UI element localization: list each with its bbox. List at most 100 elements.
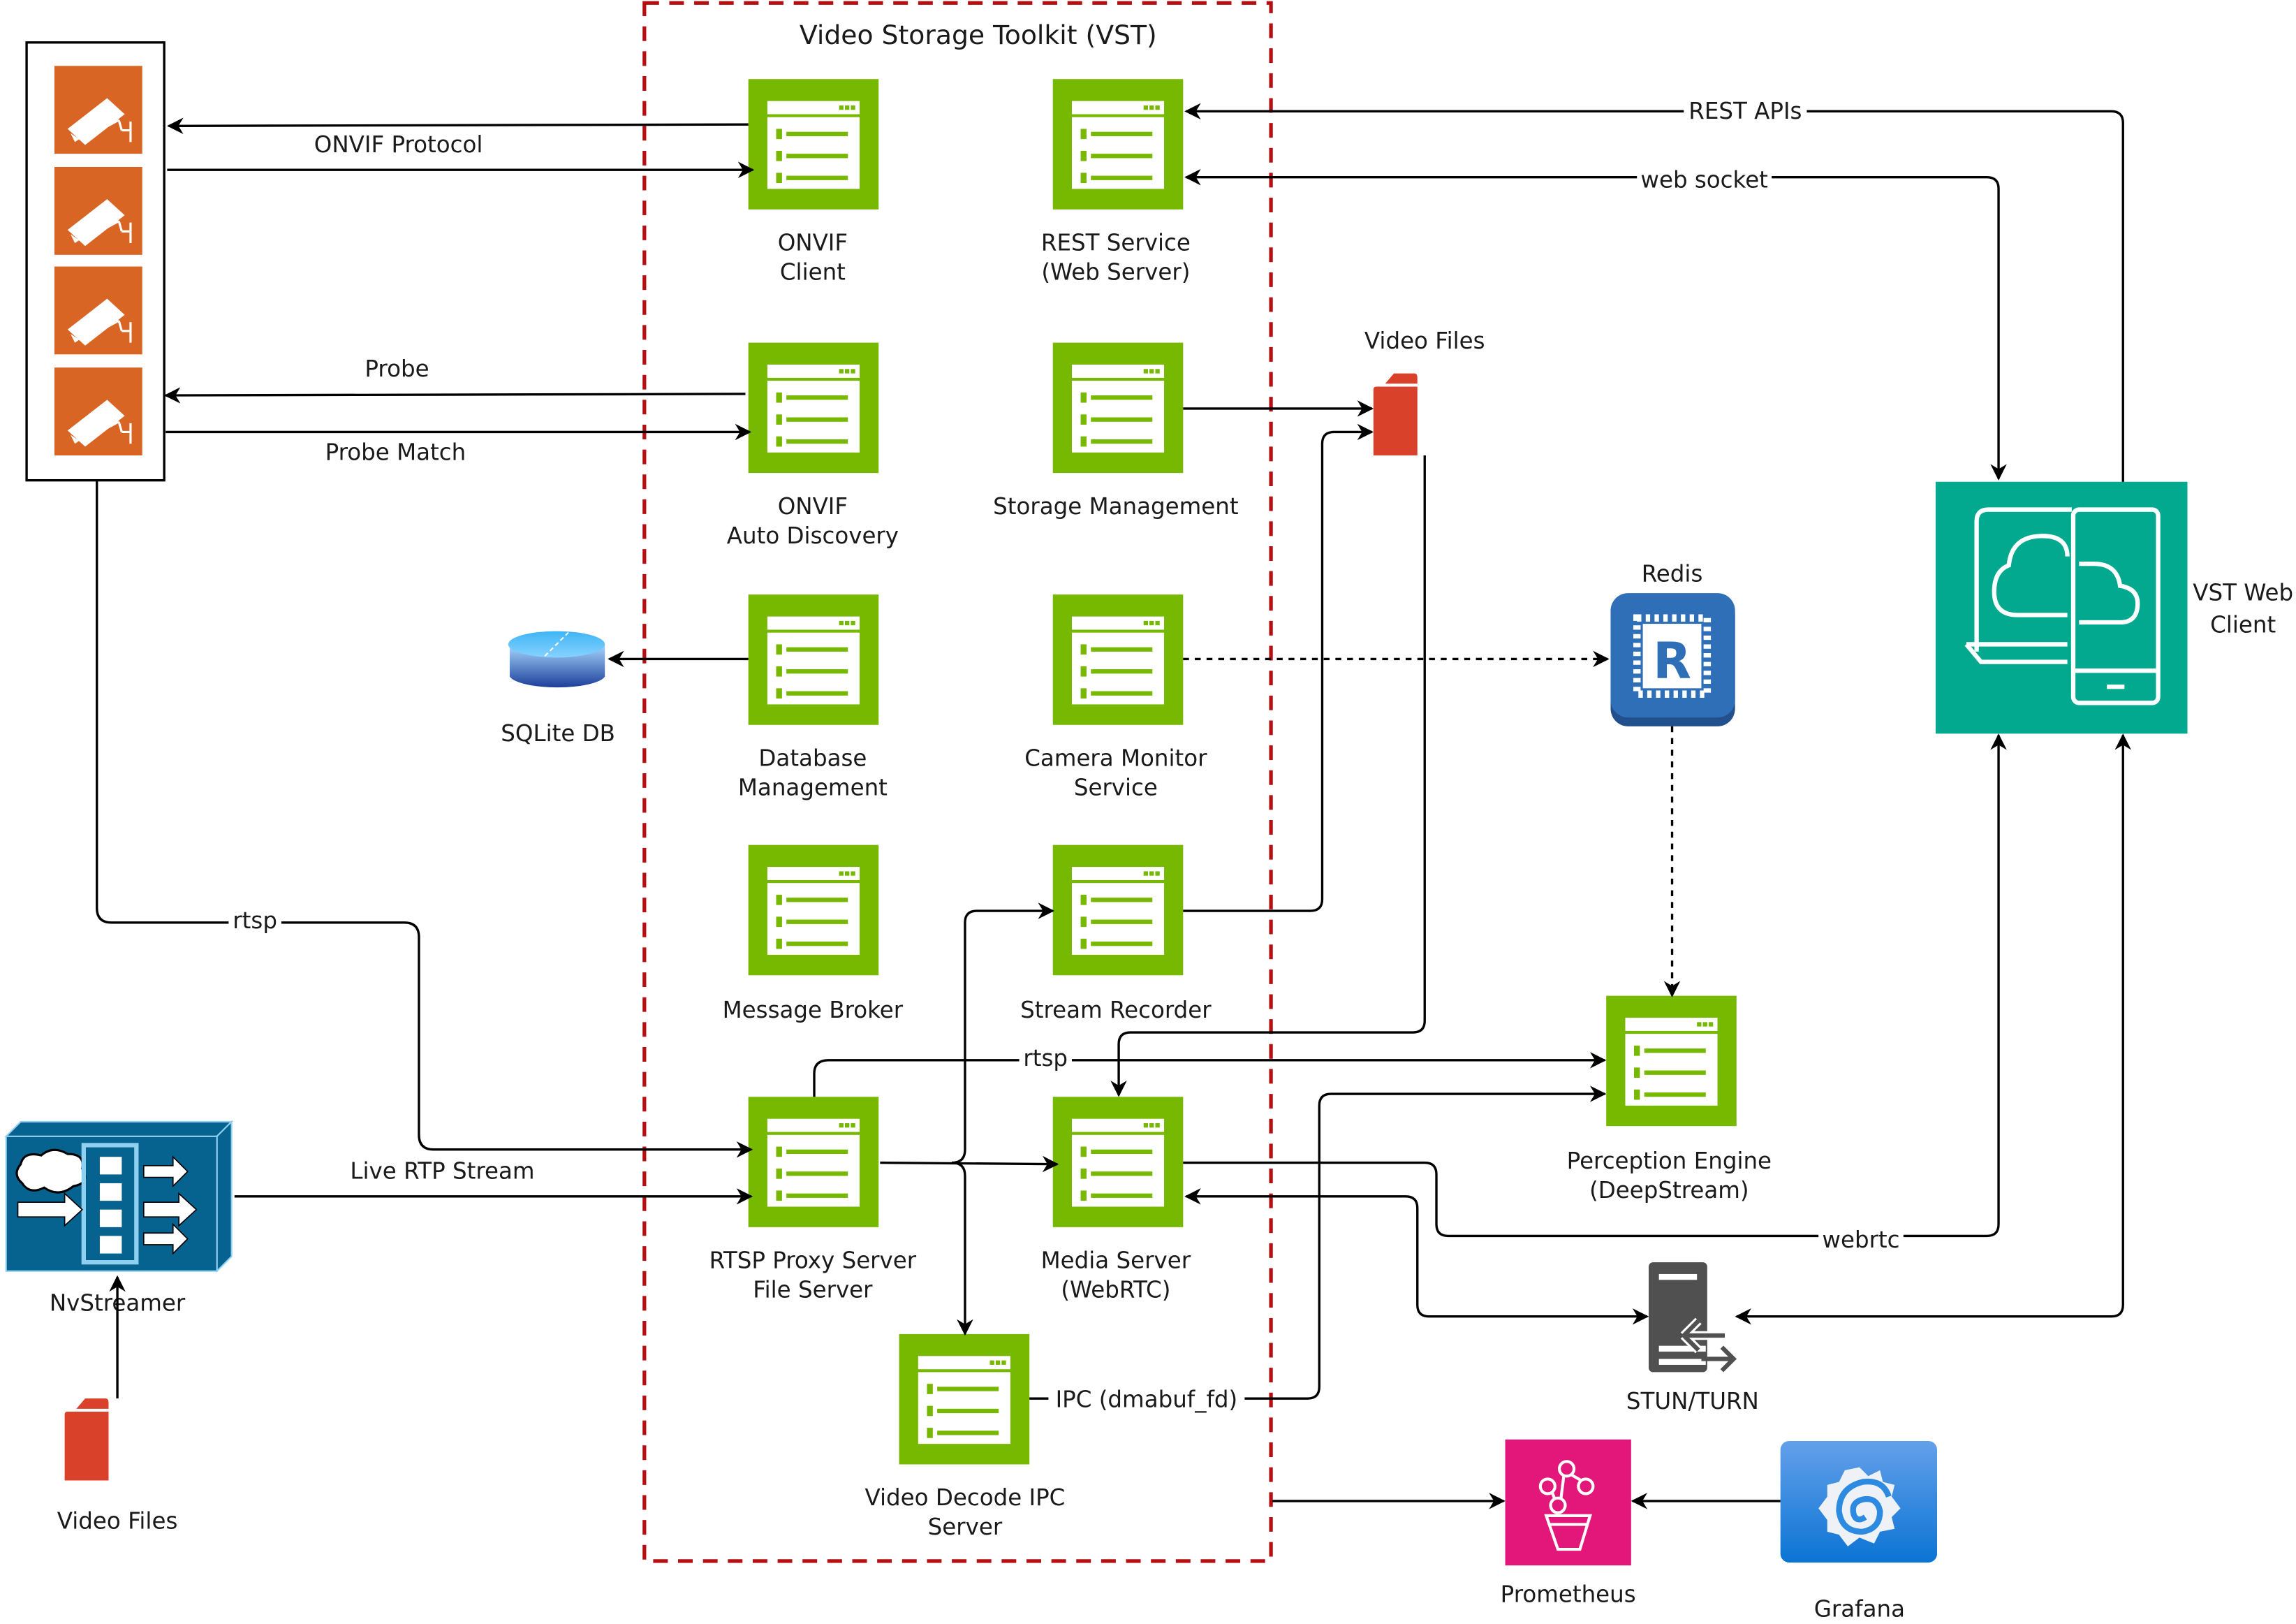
service-icon [899,1333,1030,1465]
service-icon [1052,844,1184,976]
node-label: Client [780,258,846,285]
edge-live-rtp: Live RTP Stream [234,1158,753,1205]
service-icon [1606,995,1737,1127]
node-label: Video Files [1364,328,1485,354]
node-prometheus[interactable]: Prometheus [1501,1439,1636,1608]
node-stun-turn[interactable]: STUN/TURN [1626,1262,1759,1414]
node-rest-service[interactable]: REST Service (Web Server) [1041,79,1191,285]
node-nvstreamer[interactable]: NvStreamer [4,1120,234,1316]
edge-probe-match: Probe Match [165,423,752,465]
nvstreamer-icon [4,1120,234,1273]
edge-probe: Probe [163,356,746,404]
edge-proxy-to-media [880,1155,1059,1173]
edge-webrtc: webrtc [1183,733,2007,1253]
node-label: RTSP Proxy Server [709,1248,917,1274]
node-label: Message Broker [723,997,904,1023]
service-icon [1052,1097,1184,1227]
node-stream-recorder[interactable]: Stream Recorder [1020,844,1212,1023]
camera-icon [53,366,144,457]
camera-icon [53,265,144,356]
node-label: Auto Discovery [727,522,899,549]
edge-label: REST APIs [1688,98,1802,124]
node-media-server[interactable]: Media Server (WebRTC) [1041,1097,1191,1303]
node-grafana[interactable]: Grafana [1780,1440,1938,1623]
node-sqlite-db[interactable]: SQLite DB [501,631,615,747]
service-icon [748,844,879,976]
vst-architecture-diagram: Video Storage Toolkit (VST) ONVIF Client… [4,1,2293,1623]
web-client-icon [1935,481,2188,734]
edge-rtsp-to-perception: rtsp [813,1045,1607,1097]
edge-label: webrtc [1822,1227,1899,1253]
edge-label: Live RTP Stream [350,1158,534,1185]
edge-label: ONVIF Protocol [314,131,483,158]
node-label: Prometheus [1501,1581,1636,1608]
edge-label: rtsp [1023,1045,1068,1071]
node-label: STUN/TURN [1626,1388,1759,1414]
node-label: Video Files [57,1508,178,1535]
node-message-broker[interactable]: Message Broker [723,844,904,1023]
edge-label: web socket [1640,166,1768,193]
edge-stun-webclient [1735,733,2131,1325]
node-label: Video Decode IPC [865,1484,1066,1511]
edge-label: Probe [365,356,429,382]
node-database-management[interactable]: Database Management [738,594,888,800]
edge-rtsp-cameras: rtsp [96,480,753,1158]
node-storage-management[interactable]: Storage Management [993,342,1239,520]
node-video-files-top[interactable]: Video Files [1364,328,1485,456]
camera-icon [53,166,144,256]
service-icon [748,342,879,474]
node-label: VST Web [2193,580,2293,606]
node-onvif-discovery[interactable]: ONVIF Auto Discovery [727,342,899,549]
node-label: Grafana [1814,1596,1905,1623]
redis-icon: R [1610,593,1735,726]
node-label: Camera Monitor [1024,745,1207,771]
node-perception-engine[interactable]: Perception Engine (DeepStream) [1567,995,1772,1204]
node-label: Stream Recorder [1020,997,1212,1023]
camera-group[interactable] [25,41,165,482]
node-label: (Web Server) [1041,258,1190,285]
edge-label: Probe Match [325,439,466,465]
node-label: Client [2210,612,2276,638]
node-label: File Server [753,1276,873,1303]
node-label: Service [1074,774,1158,800]
node-onvif-client[interactable]: ONVIF Client [748,79,879,285]
folder-icon [64,1398,109,1481]
node-label: ONVIF [778,229,848,256]
node-label: (WebRTC) [1061,1276,1170,1303]
node-label: REST Service [1041,229,1191,256]
edge-web-socket: web socket [1184,163,2007,481]
node-redis[interactable]: Redis R [1610,560,1735,726]
edge-label: rtsp [233,907,277,934]
edge-proxy-to-decode [951,1161,973,1336]
database-icon [508,631,605,688]
svg-text:R: R [1653,632,1691,690]
service-icon [1052,342,1184,474]
edge-rest-apis: REST APIs [1184,96,2124,482]
node-label: Storage Management [993,493,1238,520]
node-label: Redis [1642,560,1703,587]
service-icon [1052,594,1184,725]
grafana-icon [1780,1440,1938,1563]
node-label: Management [738,774,888,800]
edge-label: IPC (dmabuf_fd) [1056,1387,1238,1413]
node-vst-web-client[interactable]: VST Web Client [1935,481,2293,734]
node-video-decode[interactable]: Video Decode IPC Server [865,1333,1066,1540]
node-label: SQLite DB [501,720,615,747]
node-camera-monitor[interactable]: Camera Monitor Service [1024,594,1207,800]
node-label: Media Server [1041,1248,1191,1274]
vst-title: Video Storage Toolkit (VST) [800,20,1157,50]
edge-onvif-protocol: ONVIF Protocol [167,117,755,178]
node-rtsp-proxy[interactable]: RTSP Proxy Server File Server [709,1097,917,1303]
node-video-files-bottom[interactable]: Video Files [57,1398,178,1535]
node-label: ONVIF [778,493,848,520]
folder-icon [1373,373,1418,456]
node-label: Perception Engine [1567,1148,1772,1174]
service-icon [1052,79,1184,210]
node-label: Database [758,745,867,771]
service-icon [748,594,879,725]
server-exchange-icon [1648,1262,1737,1373]
node-label: Server [928,1514,1003,1540]
edge-stun-media [1184,1188,1649,1325]
edge-proxy-to-recorder [951,902,1055,1164]
service-icon [748,79,879,210]
